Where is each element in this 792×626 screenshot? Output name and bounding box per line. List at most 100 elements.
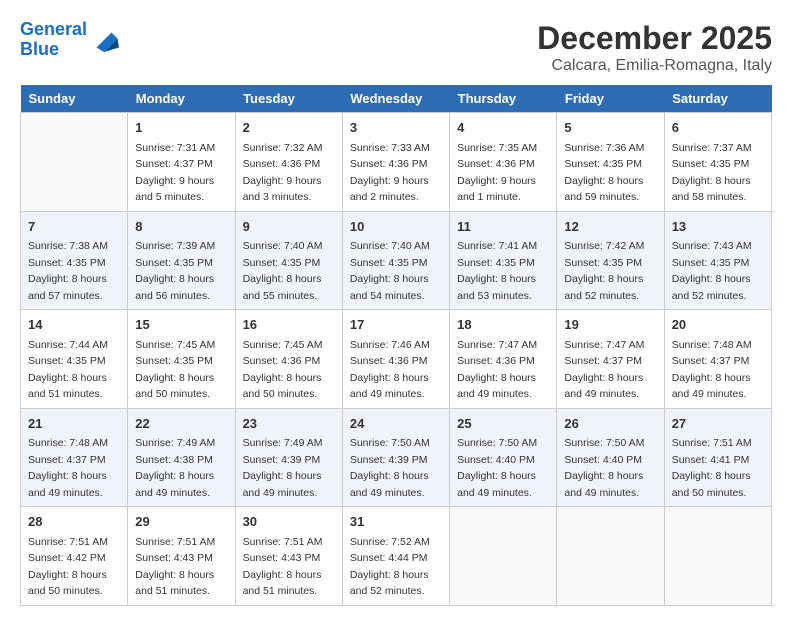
day-number: 7 xyxy=(28,217,120,237)
day-cell: 28 Sunrise: 7:51 AMSunset: 4:42 PMDaylig… xyxy=(21,507,128,606)
month-title: December 2025 xyxy=(537,20,772,57)
day-cell: 5 Sunrise: 7:36 AMSunset: 4:35 PMDayligh… xyxy=(557,113,664,212)
day-number: 3 xyxy=(350,118,442,138)
page-header: General Blue December 2025 Calcara, Emil… xyxy=(20,20,772,75)
day-cell: 25 Sunrise: 7:50 AMSunset: 4:40 PMDaylig… xyxy=(450,408,557,507)
day-detail: Sunrise: 7:37 AMSunset: 4:35 PMDaylight:… xyxy=(672,142,752,204)
weekday-header-monday: Monday xyxy=(128,85,235,113)
day-detail: Sunrise: 7:39 AMSunset: 4:35 PMDaylight:… xyxy=(135,240,215,302)
day-detail: Sunrise: 7:42 AMSunset: 4:35 PMDaylight:… xyxy=(564,240,644,302)
day-detail: Sunrise: 7:47 AMSunset: 4:36 PMDaylight:… xyxy=(457,339,537,401)
day-cell: 8 Sunrise: 7:39 AMSunset: 4:35 PMDayligh… xyxy=(128,211,235,310)
day-number: 14 xyxy=(28,315,120,335)
day-cell xyxy=(21,113,128,212)
day-cell: 24 Sunrise: 7:50 AMSunset: 4:39 PMDaylig… xyxy=(342,408,449,507)
day-number: 31 xyxy=(350,512,442,532)
day-detail: Sunrise: 7:43 AMSunset: 4:35 PMDaylight:… xyxy=(672,240,752,302)
day-detail: Sunrise: 7:40 AMSunset: 4:35 PMDaylight:… xyxy=(350,240,430,302)
day-detail: Sunrise: 7:45 AMSunset: 4:35 PMDaylight:… xyxy=(135,339,215,401)
day-detail: Sunrise: 7:45 AMSunset: 4:36 PMDaylight:… xyxy=(243,339,323,401)
logo: General Blue xyxy=(20,20,119,60)
day-cell: 4 Sunrise: 7:35 AMSunset: 4:36 PMDayligh… xyxy=(450,113,557,212)
day-cell: 18 Sunrise: 7:47 AMSunset: 4:36 PMDaylig… xyxy=(450,310,557,409)
title-block: December 2025 Calcara, Emilia-Romagna, I… xyxy=(537,20,772,75)
day-number: 26 xyxy=(564,414,656,434)
day-number: 8 xyxy=(135,217,227,237)
weekday-header-friday: Friday xyxy=(557,85,664,113)
day-number: 22 xyxy=(135,414,227,434)
day-number: 20 xyxy=(672,315,764,335)
day-detail: Sunrise: 7:38 AMSunset: 4:35 PMDaylight:… xyxy=(28,240,108,302)
week-row-5: 28 Sunrise: 7:51 AMSunset: 4:42 PMDaylig… xyxy=(21,507,772,606)
day-detail: Sunrise: 7:31 AMSunset: 4:37 PMDaylight:… xyxy=(135,142,215,204)
week-row-2: 7 Sunrise: 7:38 AMSunset: 4:35 PMDayligh… xyxy=(21,211,772,310)
day-number: 5 xyxy=(564,118,656,138)
day-cell: 19 Sunrise: 7:47 AMSunset: 4:37 PMDaylig… xyxy=(557,310,664,409)
day-cell xyxy=(557,507,664,606)
day-detail: Sunrise: 7:47 AMSunset: 4:37 PMDaylight:… xyxy=(564,339,644,401)
day-cell: 17 Sunrise: 7:46 AMSunset: 4:36 PMDaylig… xyxy=(342,310,449,409)
day-number: 2 xyxy=(243,118,335,138)
day-detail: Sunrise: 7:35 AMSunset: 4:36 PMDaylight:… xyxy=(457,142,537,204)
day-number: 27 xyxy=(672,414,764,434)
day-cell xyxy=(664,507,771,606)
day-number: 9 xyxy=(243,217,335,237)
day-number: 11 xyxy=(457,217,549,237)
day-number: 23 xyxy=(243,414,335,434)
day-number: 10 xyxy=(350,217,442,237)
weekday-header-tuesday: Tuesday xyxy=(235,85,342,113)
day-cell: 11 Sunrise: 7:41 AMSunset: 4:35 PMDaylig… xyxy=(450,211,557,310)
day-cell: 26 Sunrise: 7:50 AMSunset: 4:40 PMDaylig… xyxy=(557,408,664,507)
day-detail: Sunrise: 7:33 AMSunset: 4:36 PMDaylight:… xyxy=(350,142,430,204)
day-cell: 27 Sunrise: 7:51 AMSunset: 4:41 PMDaylig… xyxy=(664,408,771,507)
weekday-header-thursday: Thursday xyxy=(450,85,557,113)
day-cell: 31 Sunrise: 7:52 AMSunset: 4:44 PMDaylig… xyxy=(342,507,449,606)
day-detail: Sunrise: 7:51 AMSunset: 4:41 PMDaylight:… xyxy=(672,437,752,499)
weekday-header-sunday: Sunday xyxy=(21,85,128,113)
day-number: 25 xyxy=(457,414,549,434)
day-detail: Sunrise: 7:36 AMSunset: 4:35 PMDaylight:… xyxy=(564,142,644,204)
day-detail: Sunrise: 7:51 AMSunset: 4:43 PMDaylight:… xyxy=(243,536,323,598)
day-cell: 15 Sunrise: 7:45 AMSunset: 4:35 PMDaylig… xyxy=(128,310,235,409)
day-detail: Sunrise: 7:50 AMSunset: 4:40 PMDaylight:… xyxy=(564,437,644,499)
day-cell: 20 Sunrise: 7:48 AMSunset: 4:37 PMDaylig… xyxy=(664,310,771,409)
day-cell: 2 Sunrise: 7:32 AMSunset: 4:36 PMDayligh… xyxy=(235,113,342,212)
weekday-header-saturday: Saturday xyxy=(664,85,771,113)
day-number: 24 xyxy=(350,414,442,434)
day-cell: 3 Sunrise: 7:33 AMSunset: 4:36 PMDayligh… xyxy=(342,113,449,212)
location-subtitle: Calcara, Emilia-Romagna, Italy xyxy=(537,57,772,75)
day-detail: Sunrise: 7:40 AMSunset: 4:35 PMDaylight:… xyxy=(243,240,323,302)
day-number: 17 xyxy=(350,315,442,335)
day-cell: 7 Sunrise: 7:38 AMSunset: 4:35 PMDayligh… xyxy=(21,211,128,310)
week-row-1: 1 Sunrise: 7:31 AMSunset: 4:37 PMDayligh… xyxy=(21,113,772,212)
day-detail: Sunrise: 7:44 AMSunset: 4:35 PMDaylight:… xyxy=(28,339,108,401)
weekday-header-wednesday: Wednesday xyxy=(342,85,449,113)
day-number: 29 xyxy=(135,512,227,532)
day-cell: 10 Sunrise: 7:40 AMSunset: 4:35 PMDaylig… xyxy=(342,211,449,310)
day-cell: 16 Sunrise: 7:45 AMSunset: 4:36 PMDaylig… xyxy=(235,310,342,409)
day-detail: Sunrise: 7:49 AMSunset: 4:39 PMDaylight:… xyxy=(243,437,323,499)
logo-line2: Blue xyxy=(20,39,59,59)
day-cell: 29 Sunrise: 7:51 AMSunset: 4:43 PMDaylig… xyxy=(128,507,235,606)
day-cell: 6 Sunrise: 7:37 AMSunset: 4:35 PMDayligh… xyxy=(664,113,771,212)
day-number: 30 xyxy=(243,512,335,532)
week-row-4: 21 Sunrise: 7:48 AMSunset: 4:37 PMDaylig… xyxy=(21,408,772,507)
day-detail: Sunrise: 7:46 AMSunset: 4:36 PMDaylight:… xyxy=(350,339,430,401)
day-detail: Sunrise: 7:50 AMSunset: 4:40 PMDaylight:… xyxy=(457,437,537,499)
day-cell: 23 Sunrise: 7:49 AMSunset: 4:39 PMDaylig… xyxy=(235,408,342,507)
day-cell: 9 Sunrise: 7:40 AMSunset: 4:35 PMDayligh… xyxy=(235,211,342,310)
day-number: 15 xyxy=(135,315,227,335)
logo-line1: General xyxy=(20,19,87,39)
day-cell: 13 Sunrise: 7:43 AMSunset: 4:35 PMDaylig… xyxy=(664,211,771,310)
logo-text: General Blue xyxy=(20,20,87,60)
day-number: 16 xyxy=(243,315,335,335)
day-detail: Sunrise: 7:48 AMSunset: 4:37 PMDaylight:… xyxy=(28,437,108,499)
day-cell: 21 Sunrise: 7:48 AMSunset: 4:37 PMDaylig… xyxy=(21,408,128,507)
weekday-header-row: SundayMondayTuesdayWednesdayThursdayFrid… xyxy=(21,85,772,113)
day-number: 1 xyxy=(135,118,227,138)
day-detail: Sunrise: 7:48 AMSunset: 4:37 PMDaylight:… xyxy=(672,339,752,401)
day-detail: Sunrise: 7:52 AMSunset: 4:44 PMDaylight:… xyxy=(350,536,430,598)
day-detail: Sunrise: 7:49 AMSunset: 4:38 PMDaylight:… xyxy=(135,437,215,499)
logo-icon xyxy=(89,25,119,55)
day-number: 6 xyxy=(672,118,764,138)
